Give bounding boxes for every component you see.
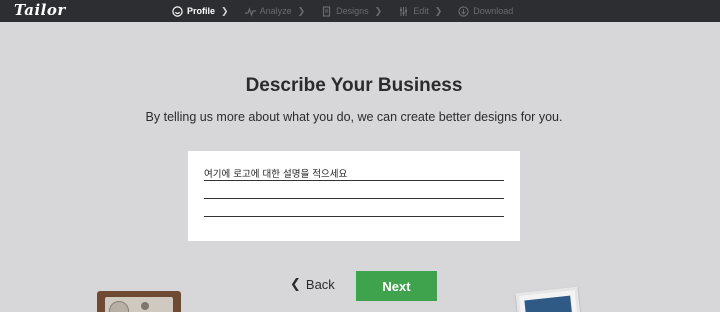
picture-frame-illustration: [515, 286, 581, 312]
chevron-right-icon: ❯: [221, 5, 229, 16]
tailor-logo[interactable]: Tailor: [14, 1, 66, 19]
chevron-right-icon: ❯: [434, 5, 443, 16]
top-nav-bar: Tailor Profile ❯ Analyze ❯ Designs ❯ Edi…: [0, 0, 720, 22]
writing-line: [204, 216, 504, 217]
step-label: Profile: [187, 6, 216, 16]
back-label: Back: [305, 276, 335, 292]
framed-picture: [524, 295, 573, 312]
page-subtitle: By telling us more about what you do, we…: [145, 110, 563, 124]
chevron-right-icon: ❯: [374, 5, 383, 16]
business-description-input[interactable]: [204, 165, 504, 180]
step-label: Analyze: [259, 6, 292, 16]
next-button[interactable]: Next: [356, 271, 437, 301]
smiley-icon: [172, 5, 183, 17]
sliders-icon: [398, 6, 409, 17]
description-card: [188, 151, 520, 241]
writing-line: [204, 198, 504, 199]
chevron-right-icon: ❯: [297, 5, 306, 16]
pulse-icon: [244, 6, 256, 17]
step-progress: Profile ❯ Analyze ❯ Designs ❯ Edit ❯ Dow…: [172, 0, 513, 22]
writing-line: [204, 180, 504, 181]
step-label: Designs: [336, 6, 369, 16]
page-title: Describe Your Business: [245, 75, 463, 96]
step-label: Edit: [413, 6, 429, 16]
step-edit[interactable]: Edit: [398, 0, 429, 22]
step-profile[interactable]: Profile: [172, 0, 215, 22]
radio-knob: [141, 302, 149, 310]
step-download[interactable]: Download: [458, 0, 513, 22]
step-designs[interactable]: Designs: [321, 0, 369, 22]
chevron-left-icon: ❮: [290, 276, 301, 291]
back-button[interactable]: ❮ Back: [290, 276, 335, 292]
step-analyze[interactable]: Analyze: [244, 0, 292, 22]
step-label: Download: [473, 6, 514, 16]
download-icon: [458, 5, 469, 17]
file-icon: [321, 5, 332, 17]
radio-illustration: [97, 291, 181, 312]
